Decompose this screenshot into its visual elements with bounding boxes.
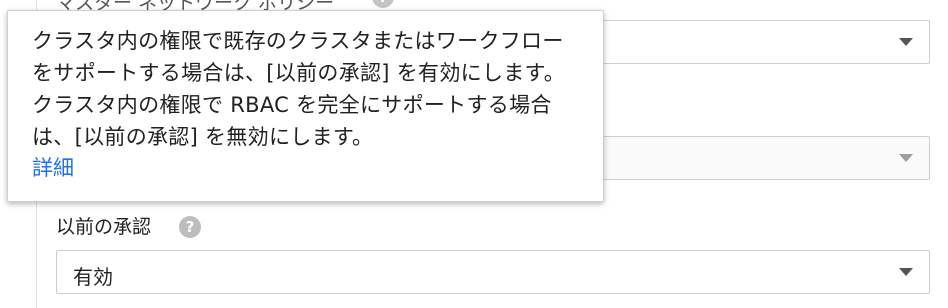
chevron-down-icon — [899, 268, 913, 276]
legacy-auth-label: 以前の承認 — [56, 216, 152, 238]
learn-more-link[interactable]: 詳細 — [32, 153, 74, 183]
legacy-auth-help-icon[interactable]: ? — [179, 216, 201, 238]
tooltip-text: クラスタ内の権限で既存のクラスタまたはワークフローをサポートする場合は、[以前の… — [32, 29, 566, 149]
top-field-help-icon[interactable]: ? — [372, 0, 394, 8]
chevron-down-icon — [899, 154, 913, 162]
cluster-settings-panel: マスター ネットワーク ポリシー ? 以前の承認 ? 有効 クラスタ内の権限で既… — [0, 0, 948, 308]
legacy-auth-select[interactable]: 有効 — [56, 250, 930, 294]
legacy-auth-value: 有効 — [73, 265, 113, 289]
help-tooltip: クラスタ内の権限で既存のクラスタまたはワークフローをサポートする場合は、[以前の… — [7, 10, 604, 202]
chevron-down-icon — [899, 38, 913, 46]
